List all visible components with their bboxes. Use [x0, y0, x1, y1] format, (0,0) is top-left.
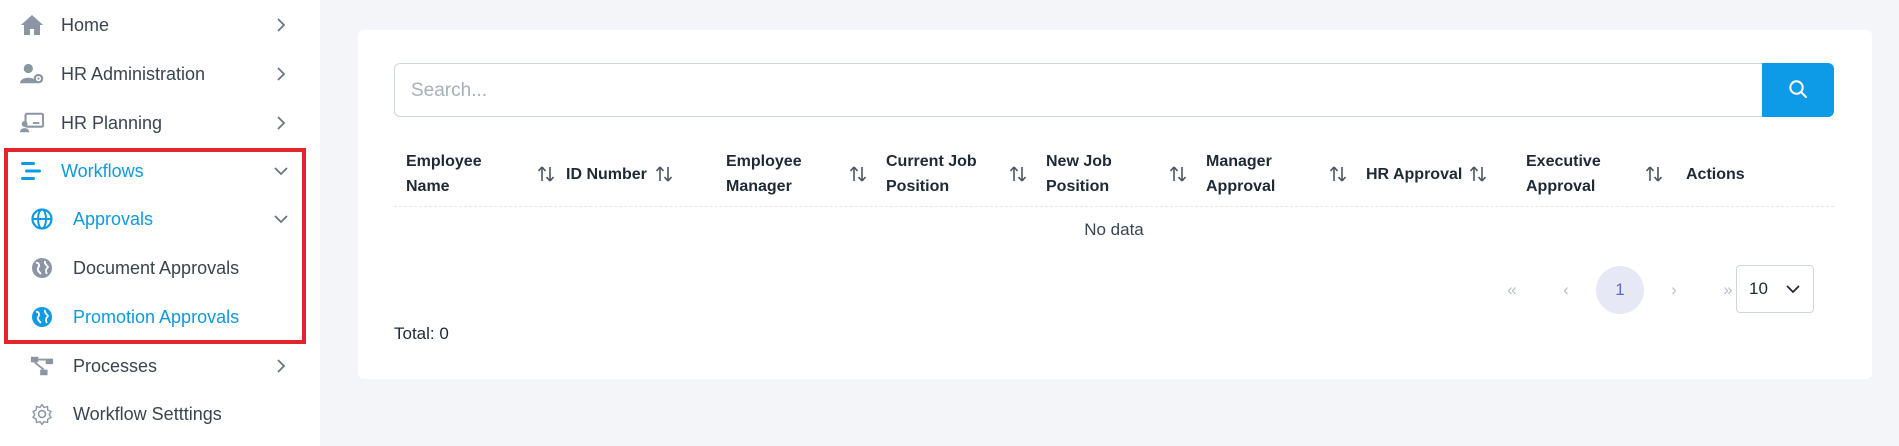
chevron-down-icon [274, 212, 288, 226]
globe-icon [30, 207, 54, 231]
sidebar-item-label: HR Administration [61, 63, 206, 84]
search-box [394, 63, 1766, 118]
column-header-current-job-position[interactable]: Current Job Position [886, 142, 1027, 206]
sidebar-item-label: Workflows [61, 160, 144, 181]
sidebar-item-label: Processes [73, 355, 158, 376]
empty-state-text: No data [1084, 220, 1144, 239]
sidebar-item-hr-administration[interactable]: HR Administration [0, 50, 310, 98]
sidebar-item-approvals[interactable]: Approvals [0, 195, 310, 243]
globe-icon [30, 256, 54, 280]
sort-icon[interactable] [1168, 164, 1188, 184]
page-size-select[interactable]: 10 [1736, 265, 1814, 313]
column-header-hr-approval[interactable]: HR Approval [1366, 142, 1487, 206]
column-header-employee-name[interactable]: Employee Name [406, 142, 555, 206]
chevron-left-icon: ‹ [1563, 280, 1569, 299]
search-input[interactable] [409, 64, 1753, 118]
gear-icon [30, 402, 54, 426]
sidebar-item-label: Promotion Approvals [73, 306, 240, 327]
column-label: Employee Manager [726, 153, 802, 195]
pagination-prev-button[interactable]: ‹ [1542, 266, 1590, 314]
column-header-actions: Actions [1686, 142, 1806, 206]
sidebar-item-processes[interactable]: Processes [0, 342, 310, 390]
sidebar-item-document-approvals[interactable]: Document Approvals [0, 244, 310, 292]
chevron-right-icon [274, 116, 288, 130]
sort-icon[interactable] [1468, 164, 1488, 184]
column-label: Manager Approval [1206, 153, 1276, 195]
column-label: ID Number [566, 165, 647, 183]
sidebar-item-label: Document Approvals [73, 257, 240, 278]
page-number: 1 [1615, 280, 1625, 299]
sort-icon[interactable] [1328, 164, 1348, 184]
sort-icon[interactable] [654, 164, 674, 184]
column-label: HR Approval [1366, 165, 1463, 183]
chevron-right-icon [274, 67, 288, 81]
sidebar-item-label: Home [61, 14, 110, 35]
double-chevron-left-icon: « [1507, 280, 1517, 299]
sidebar: Home HR Administration HR Planning Workf… [0, 0, 320, 446]
sidebar-item-workflows[interactable]: Workflows [0, 147, 310, 195]
globe-icon [30, 305, 54, 329]
process-flow-icon [30, 354, 54, 378]
sort-icon[interactable] [536, 164, 556, 184]
column-label: Employee Name [406, 153, 482, 195]
column-label: Executive Approval [1526, 153, 1601, 195]
chevron-right-icon [274, 359, 288, 373]
sort-icon[interactable] [1008, 164, 1028, 184]
user-gear-icon [20, 62, 44, 86]
search-button[interactable] [1762, 63, 1834, 117]
page-size-value: 10 [1749, 279, 1768, 298]
column-header-executive-approval[interactable]: Executive Approval [1526, 142, 1666, 206]
sort-icon[interactable] [1644, 164, 1664, 184]
column-header-id-number[interactable]: ID Number [566, 142, 673, 206]
presentation-icon [20, 111, 44, 135]
column-header-manager-approval[interactable]: Manager Approval [1206, 142, 1347, 206]
pagination-next-button[interactable]: › [1650, 266, 1698, 314]
chevron-down-icon [1785, 282, 1801, 300]
column-label: New Job Position [1046, 153, 1112, 195]
column-header-new-job-position[interactable]: New Job Position [1046, 142, 1187, 206]
total-count: Total: 0 [394, 324, 449, 343]
sort-icon[interactable] [848, 164, 868, 184]
sidebar-item-hr-planning[interactable]: HR Planning [0, 99, 310, 147]
content-card: Employee Name ID Number Employee Manager… [358, 30, 1872, 379]
pagination-page-button[interactable]: 1 [1596, 266, 1644, 314]
column-label: Current Job Position [886, 153, 977, 195]
table-header: Employee Name ID Number Employee Manager… [394, 142, 1834, 207]
sidebar-item-label: Workflow Setttings [73, 403, 222, 424]
chevron-right-icon [274, 18, 288, 32]
sidebar-item-label: Approvals [73, 208, 154, 229]
sidebar-item-workflow-settings[interactable]: Workflow Setttings [0, 390, 310, 438]
home-icon [20, 13, 44, 37]
column-label: Actions [1686, 165, 1745, 183]
double-chevron-right-icon: » [1723, 280, 1733, 299]
sidebar-item-label: HR Planning [61, 112, 163, 133]
sidebar-item-home[interactable]: Home [0, 1, 310, 49]
sidebar-item-promotion-approvals[interactable]: Promotion Approvals [0, 293, 310, 341]
chevron-down-icon [274, 164, 288, 178]
column-header-employee-manager[interactable]: Employee Manager [726, 142, 867, 206]
search-icon [1788, 79, 1808, 102]
workflow-list-icon [20, 159, 44, 183]
chevron-right-icon: › [1671, 280, 1677, 299]
pagination-first-button[interactable]: « [1488, 266, 1536, 314]
